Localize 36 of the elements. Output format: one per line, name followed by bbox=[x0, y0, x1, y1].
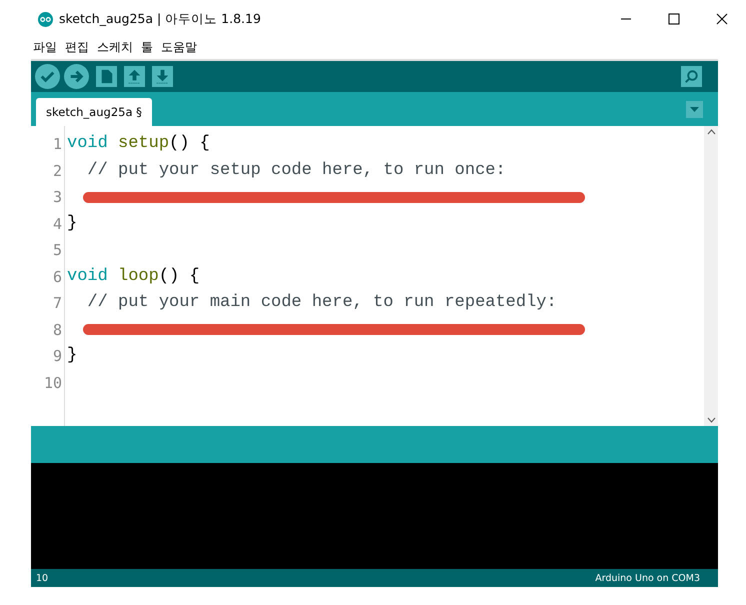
code-line: // put your setup code here, to run once: bbox=[86, 160, 506, 182]
board-info: Arduino Uno on COM3 bbox=[595, 572, 700, 584]
menu-item[interactable]: 도움말 bbox=[161, 38, 197, 56]
line-indicator: 10 bbox=[36, 572, 48, 584]
menu-item[interactable]: 편집 bbox=[65, 38, 89, 56]
sketch-tab[interactable]: sketch_aug25a § bbox=[36, 98, 152, 126]
line-number: 2 bbox=[52, 162, 62, 180]
maximize-icon[interactable] bbox=[668, 13, 680, 25]
line-number: 5 bbox=[52, 241, 62, 259]
line-number: 8 bbox=[52, 320, 62, 338]
line-number: 1 bbox=[52, 135, 62, 153]
line-number: 9 bbox=[52, 347, 62, 365]
menu-item[interactable]: 툴 bbox=[141, 38, 153, 56]
save-download-icon[interactable] bbox=[152, 66, 173, 87]
menu-item[interactable]: 스케치 bbox=[97, 38, 133, 56]
line-number: 7 bbox=[52, 294, 62, 312]
serial-monitor-icon[interactable] bbox=[681, 66, 702, 87]
code-line: } bbox=[67, 345, 78, 367]
dropdown-icon[interactable] bbox=[686, 100, 703, 118]
menu-item[interactable]: 파일 bbox=[33, 38, 57, 56]
scroll-down-icon[interactable] bbox=[706, 417, 716, 423]
line-number: 4 bbox=[52, 214, 62, 232]
code-line: void loop() { bbox=[67, 266, 200, 288]
new-file-icon[interactable] bbox=[96, 66, 117, 87]
code-line: } bbox=[67, 212, 78, 234]
code-line: void setup() { bbox=[67, 133, 210, 155]
line-number: 3 bbox=[52, 188, 62, 206]
window-title: sketch_aug25a | 아두이노 1.8.19 bbox=[59, 10, 262, 28]
code-line: // put your main code here, to run repeatedly: bbox=[86, 292, 557, 314]
open-upload-icon[interactable] bbox=[124, 66, 145, 87]
line-number: 10 bbox=[44, 374, 62, 392]
verify-icon[interactable] bbox=[35, 64, 60, 89]
close-icon[interactable] bbox=[716, 13, 728, 25]
app-logo-icon bbox=[38, 12, 53, 26]
line-number: 6 bbox=[52, 268, 62, 286]
scroll-up-icon[interactable] bbox=[706, 129, 716, 135]
